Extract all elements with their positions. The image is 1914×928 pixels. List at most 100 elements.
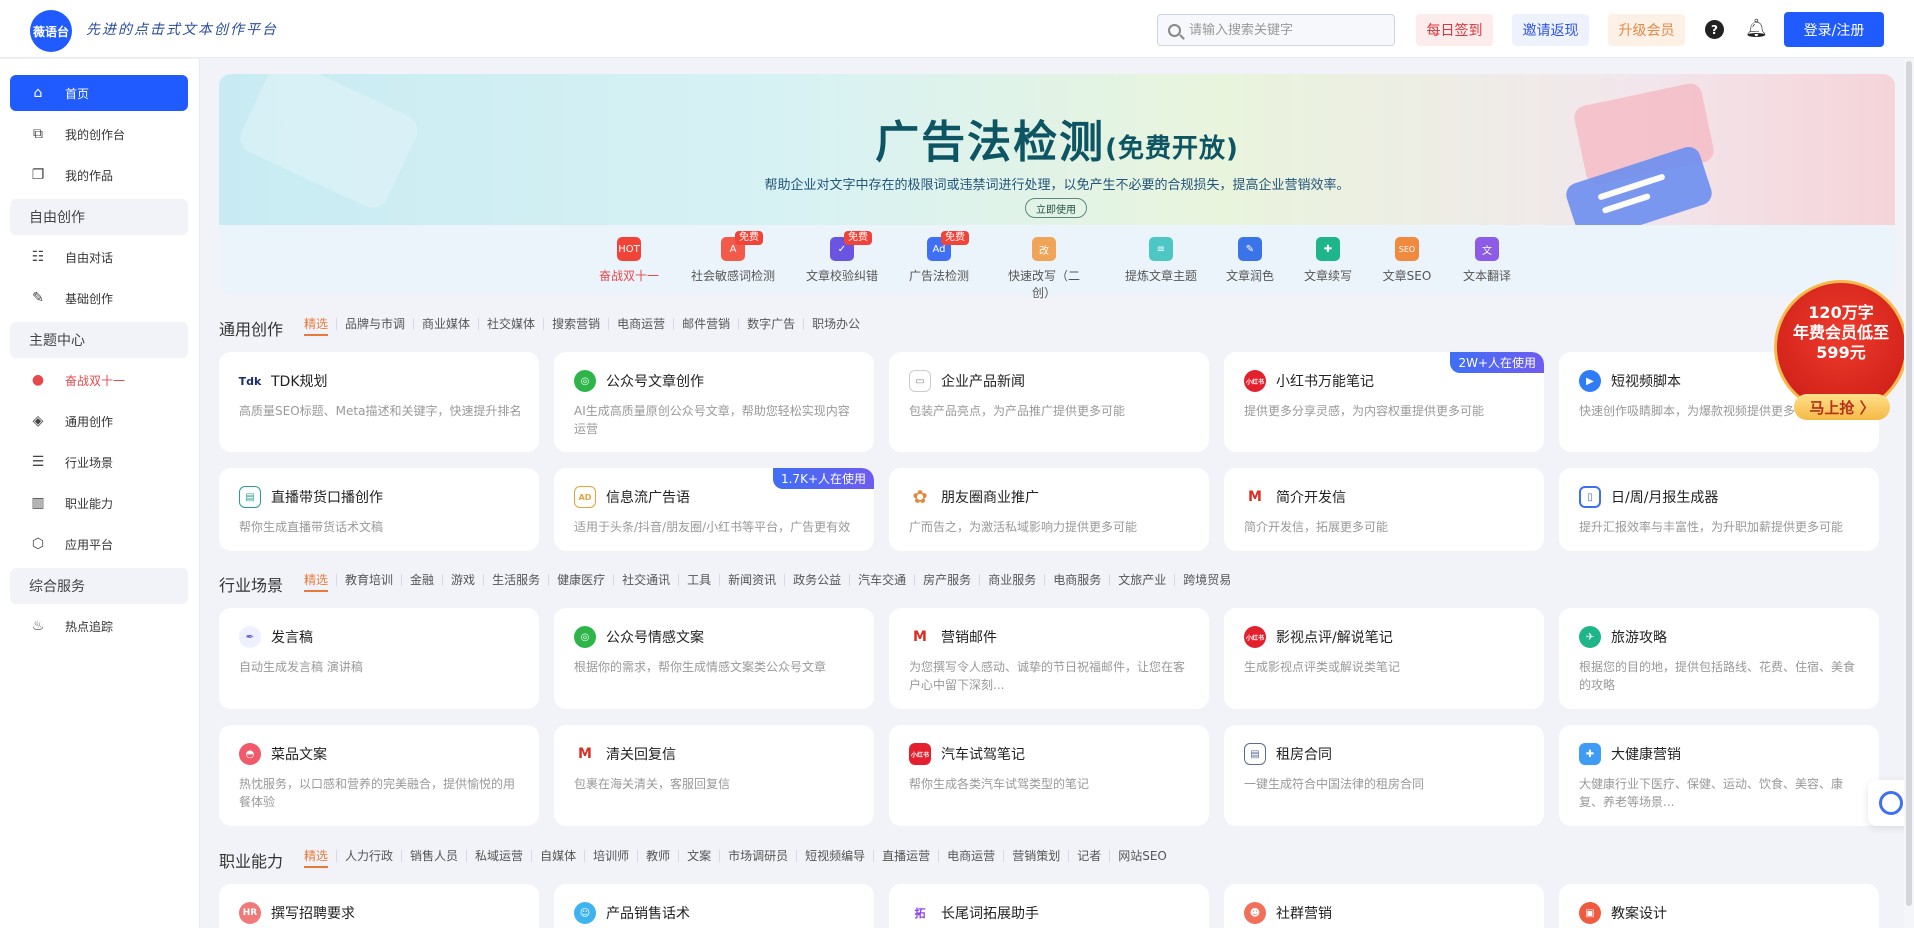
sidebar-item-my-works[interactable]: ❐ 我的作品 [10, 157, 188, 193]
upgrade-vip-button[interactable]: 升级会员 [1608, 14, 1685, 46]
tab[interactable]: 自媒体 [532, 850, 586, 862]
invite-cashback-button[interactable]: 邀请返现 [1512, 14, 1589, 46]
tab[interactable]: 邮件营销 [674, 318, 740, 330]
tool-card[interactable]: HR 撰写招聘要求 [219, 884, 539, 928]
tab[interactable]: 培训师 [585, 850, 639, 862]
tool-card[interactable]: ◎ 公众号情感文案 根据你的需求，帮你生成情感文案类公众号文章 [554, 608, 874, 709]
tool-card[interactable]: ☻ 社群营销 [1224, 884, 1544, 928]
tab[interactable]: 新闻资讯 [720, 574, 786, 586]
tool-card[interactable]: ✚ 大健康营销 大健康行业下医疗、保健、运动、饮食、美容、康复、养老等场景... [1559, 725, 1879, 826]
tab[interactable]: 市场调研员 [720, 850, 798, 862]
sidebar-item-double11[interactable]: ● 奋战双十一 [10, 362, 188, 398]
tab[interactable]: 商业媒体 [414, 318, 480, 330]
vip-promo-float[interactable]: 120万字 年费会员低至 599元 马上抢 〉 [1772, 280, 1908, 420]
tab[interactable]: 生活服务 [484, 574, 550, 586]
sidebar-item-general[interactable]: ◈ 通用创作 [10, 403, 188, 439]
tool-ad-law-check[interactable]: Ad 免费 广告法检测 [909, 231, 969, 284]
sidebar-item-basic-create[interactable]: ✎ 基础创作 [10, 280, 188, 316]
tab[interactable]: 商业服务 [980, 574, 1046, 586]
tool-card[interactable]: ▤ 租房合同 一键生成符合中国法律的租房合同 [1224, 725, 1544, 826]
tool-card[interactable]: 拓长尾词拓展助手 [889, 884, 1209, 928]
tab[interactable]: 汽车交通 [850, 574, 916, 586]
tool-card[interactable]: ▯ 日/周/月报生成器 提升汇报效率与丰富性，为升职加薪提供更多可能 [1559, 468, 1879, 551]
tab[interactable]: 私域运营 [467, 850, 533, 862]
tool-card[interactable]: ◓ 菜品文案 热忱服务，以口感和营养的完美融合，提供愉悦的用餐体验 [219, 725, 539, 826]
ad-law-banner[interactable]: 广告法检测(免费开放) 帮助企业对文字中存在的极限词或违禁词进行处理，以免产生不… [219, 74, 1895, 225]
tab[interactable]: 社交媒体 [479, 318, 545, 330]
tool-card[interactable]: 小红书 影视点评/解说笔记 生成影视点评类或解说类笔记 [1224, 608, 1544, 709]
login-register-button[interactable]: 登录/注册 [1784, 12, 1884, 47]
tab[interactable]: 政务公益 [785, 574, 851, 586]
tool-card[interactable]: 小红书 汽车试驾笔记 帮你生成各类汽车试驾类型的笔记 [889, 725, 1209, 826]
tool-card[interactable]: ✈ 旅游攻略 根据您的目的地，提供包括路线、花费、住宿、美食的攻略 [1559, 608, 1879, 709]
tool-card[interactable]: ✿ 朋友圈商业推广 广而告之，为激活私域影响力提供更多可能 [889, 468, 1209, 551]
page-scrollbar[interactable] [1904, 59, 1914, 928]
search-input[interactable] [1189, 22, 1379, 38]
tool-card[interactable]: ▭ 企业产品新闻 包装产品亮点，为产品推广提供更多可能 [889, 352, 1209, 452]
daily-checkin-button[interactable]: 每日签到 [1416, 14, 1493, 46]
tab[interactable]: 房产服务 [915, 574, 981, 586]
sidebar-item-hot[interactable]: ♨ 热点追踪 [10, 608, 188, 644]
tool-card[interactable]: ◎ 公众号文章创作 AI生成高质量原创公众号文章，帮助您轻松实现内容运营 [554, 352, 874, 452]
tool-sensitive-words[interactable]: A 免费 社会敏感词检测 [690, 231, 776, 284]
promo-grab-button[interactable]: 马上抢 〉 [1794, 394, 1890, 420]
tab-featured[interactable]: 精选 [296, 574, 338, 592]
tool-double11[interactable]: HOT 奋战双十一 [597, 237, 661, 284]
tab[interactable]: 搜索营销 [544, 318, 610, 330]
tab[interactable]: 销售人员 [402, 850, 468, 862]
tab[interactable]: 网站SEO [1110, 850, 1175, 862]
tab[interactable]: 文案 [679, 850, 721, 862]
tab[interactable]: 人力行政 [337, 850, 403, 862]
tool-card[interactable]: M 简介开发信 简介开发信，拓展更多可能 [1224, 468, 1544, 551]
banner-use-now-button[interactable]: 立即使用 [1025, 198, 1087, 218]
tool-extract-theme[interactable]: ≡ 提炼文章主题 [1124, 237, 1198, 284]
tool-seo[interactable]: SEO 文章SEO [1381, 237, 1433, 284]
sidebar-item-industry[interactable]: ☰ 行业场景 [10, 444, 188, 480]
tab[interactable]: 短视频编导 [797, 850, 875, 862]
tab[interactable]: 直播运营 [874, 850, 940, 862]
tab[interactable]: 教师 [638, 850, 680, 862]
tab[interactable]: 记者 [1069, 850, 1111, 862]
tab[interactable]: 数字广告 [739, 318, 805, 330]
tool-continue[interactable]: ✚ 文章续写 [1303, 237, 1353, 284]
tab[interactable]: 社交通讯 [614, 574, 680, 586]
tab[interactable]: 文旅产业 [1110, 574, 1176, 586]
tool-translate[interactable]: 文 文本翻译 [1462, 237, 1512, 284]
tab[interactable]: 电商运营 [609, 318, 675, 330]
tab-featured[interactable]: 精选 [296, 318, 338, 336]
tool-rewrite[interactable]: 改 快速改写（二创） [999, 237, 1089, 301]
search-box[interactable] [1157, 14, 1395, 46]
tab-featured[interactable]: 精选 [296, 850, 338, 868]
tool-polish[interactable]: ✎ 文章润色 [1225, 237, 1275, 284]
tab[interactable]: 健康医疗 [549, 574, 615, 586]
sidebar-item-career[interactable]: ▥ 职业能力 [10, 485, 188, 521]
tool-card[interactable]: ▣ 教案设计 [1559, 884, 1879, 928]
tab[interactable]: 职场办公 [804, 318, 868, 330]
sidebar-item-my-workspace[interactable]: ⧉ 我的创作台 [10, 116, 188, 152]
tab[interactable]: 营销策划 [1004, 850, 1070, 862]
tab[interactable]: 电商运营 [939, 850, 1005, 862]
tool-card[interactable]: ▤ 直播带货口播创作 帮你生成直播带货话术文稿 [219, 468, 539, 551]
tab[interactable]: 品牌与市调 [337, 318, 415, 330]
tool-card[interactable]: 1.7K+人在使用 AD 信息流广告语 适用于头条/抖音/朋友圈/小红书等平台，广… [554, 468, 874, 551]
sidebar-item-home[interactable]: ⌂ 首页 [10, 75, 188, 111]
help-icon[interactable]: ? [1705, 20, 1724, 39]
site-logo[interactable]: 薇语台 [30, 10, 72, 52]
tool-card[interactable]: ✒ 发言稿 自动生成发言稿 演讲稿 [219, 608, 539, 709]
scrollbar-thumb[interactable] [1906, 61, 1912, 906]
tool-card[interactable]: Tdk TDK规划 高质量SEO标题、Meta描述和关键字，快速提升排名 [219, 352, 539, 452]
tab[interactable]: 金融 [402, 574, 444, 586]
tab[interactable]: 教育培训 [337, 574, 403, 586]
tab[interactable]: 游戏 [443, 574, 485, 586]
tool-card[interactable]: M 营销邮件 为您撰写令人感动、诚挚的节日祝福邮件，让您在客户心中留下深刻... [889, 608, 1209, 709]
sidebar-item-free-chat[interactable]: ☷ 自由对话 [10, 239, 188, 275]
sidebar-item-apps[interactable]: ⬡ 应用平台 [10, 526, 188, 562]
tool-card[interactable]: M 清关回复信 包裹在海关清关，客服回复信 [554, 725, 874, 826]
tool-proofread[interactable]: ✓ 免费 文章校验纠错 [805, 231, 879, 284]
bell-icon[interactable]: 🔔︎ [1745, 18, 1768, 40]
tab[interactable]: 工具 [679, 574, 721, 586]
tab[interactable]: 电商服务 [1045, 574, 1111, 586]
tab[interactable]: 跨境贸易 [1175, 574, 1239, 586]
tool-card[interactable]: ☺ 产品销售话术 [554, 884, 874, 928]
tool-card[interactable]: 2W+人在使用 小红书 小红书万能笔记 提供更多分享灵感，为内容权重提供更多可能 [1224, 352, 1544, 452]
